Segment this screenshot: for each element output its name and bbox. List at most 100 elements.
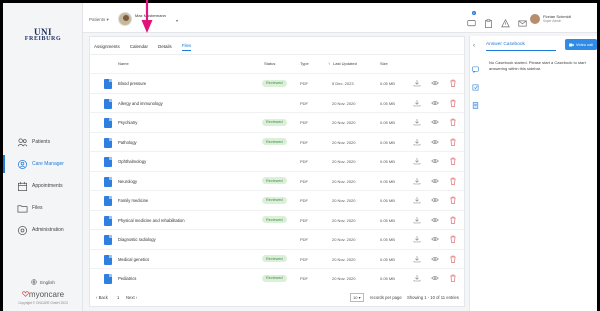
download-icon[interactable]	[413, 157, 421, 165]
row-actions	[413, 274, 457, 282]
university-logo[interactable]: UNI FREIBURG	[18, 27, 68, 42]
tab-details[interactable]: Details	[158, 42, 172, 51]
video-call-button[interactable]: Video call	[565, 39, 597, 50]
file-icon	[104, 79, 112, 89]
eye-icon[interactable]	[431, 118, 439, 126]
trash-icon[interactable]	[449, 235, 457, 243]
eye-icon[interactable]	[431, 157, 439, 165]
table-row[interactable]: Ophthalmology PDF 20 Nov. 2020 0.05 MB	[90, 151, 464, 171]
trash-icon[interactable]	[449, 177, 457, 185]
table-row[interactable]: Blood pressure Reviewed PDF 5 Dec. 2023 …	[90, 73, 464, 93]
column-header-size[interactable]: Size	[380, 61, 388, 66]
entries-summary: Showing 1 - 10 of 11 entries	[407, 295, 459, 300]
download-icon[interactable]	[413, 235, 421, 243]
records-per-page-select[interactable]: 10 ▾	[350, 293, 364, 302]
file-date: 20 Nov. 2020	[332, 159, 356, 164]
folder-icon	[17, 204, 28, 213]
table-row[interactable]: Diagnostic radiology PDF 20 Nov. 2020 0.…	[90, 229, 464, 249]
tab-answer-casebook[interactable]: Answer Casebook	[486, 42, 556, 51]
table-row[interactable]: Psychiatry Reviewed PDF 20 Nov. 2020 0.0…	[90, 112, 464, 132]
trash-icon[interactable]	[449, 255, 457, 263]
download-icon[interactable]	[413, 177, 421, 185]
file-name[interactable]: Pediatrics	[118, 276, 136, 281]
tab-calendar[interactable]: Calendar	[130, 42, 148, 51]
download-icon[interactable]	[413, 216, 421, 224]
sidebar-item-appointments[interactable]: Appointments	[3, 175, 83, 197]
next-button[interactable]: Next ›	[126, 295, 137, 300]
table-row[interactable]: Medical genetics Reviewed PDF 20 Nov. 20…	[90, 248, 464, 269]
patients-dropdown[interactable]: Patients ▾	[89, 17, 109, 23]
mail-icon	[518, 20, 527, 27]
trash-icon[interactable]	[449, 118, 457, 126]
trash-icon[interactable]	[449, 216, 457, 224]
column-header-name[interactable]: Name	[118, 61, 129, 66]
trash-icon[interactable]	[449, 157, 457, 165]
note-icon[interactable]	[472, 84, 479, 91]
eye-icon[interactable]	[431, 138, 439, 146]
trash-icon[interactable]	[449, 99, 457, 107]
column-header-last-updated[interactable]: Last Updated	[333, 61, 357, 66]
trash-icon[interactable]	[449, 138, 457, 146]
user-menu[interactable]: Florian Schmidt Super Admin	[543, 14, 591, 24]
table-row[interactable]: Pediatrics Reviewed PDF 20 Nov. 2020 0.0…	[90, 268, 464, 288]
file-name[interactable]: Diagnostic radiology	[118, 237, 156, 242]
download-icon[interactable]	[413, 118, 421, 126]
file-name[interactable]: Psychiatry	[118, 120, 137, 125]
sort-icon[interactable]: ↑	[328, 61, 330, 66]
file-name[interactable]: Blood pressure	[118, 81, 146, 86]
trash-icon[interactable]	[449, 274, 457, 282]
file-name[interactable]: Family medicine	[118, 198, 148, 203]
eye-icon[interactable]	[431, 79, 439, 87]
file-size: 0.05 MB	[380, 237, 395, 242]
download-icon[interactable]	[413, 255, 421, 263]
sidebar-item-patients[interactable]: Patients	[3, 131, 83, 153]
messages-button[interactable]: 2	[467, 11, 476, 27]
file-name[interactable]: Physical medicine and rehabilitation	[118, 218, 185, 223]
user-avatar[interactable]	[530, 14, 540, 24]
tab-files[interactable]: Files	[181, 41, 192, 51]
eye-icon[interactable]	[431, 255, 439, 263]
language-selector[interactable]: English	[3, 279, 83, 285]
patient-avatar[interactable]	[118, 12, 132, 26]
file-name[interactable]: Pathology	[118, 140, 137, 145]
column-header-type[interactable]: Type	[300, 61, 309, 66]
clipboard-icon	[485, 19, 492, 28]
table-row[interactable]: Pathology Reviewed PDF 20 Nov. 2020 0.05…	[90, 131, 464, 152]
eye-icon[interactable]	[431, 196, 439, 204]
eye-icon[interactable]	[431, 99, 439, 107]
download-icon[interactable]	[413, 196, 421, 204]
file-name[interactable]: Ophthalmology	[118, 159, 146, 164]
file-name[interactable]: Neurology	[118, 179, 137, 184]
sidebar-item-files[interactable]: Files	[3, 197, 83, 219]
column-header-status[interactable]: Status	[264, 61, 275, 66]
table-row[interactable]: Family medicine Reviewed PDF 20 Nov. 202…	[90, 190, 464, 210]
page-number[interactable]: 1	[117, 295, 119, 300]
tab-assignments[interactable]: Assignments	[94, 42, 120, 51]
eye-icon[interactable]	[431, 274, 439, 282]
table-row[interactable]: Allergy and immunology PDF 20 Nov. 2020 …	[90, 92, 464, 113]
mail-button[interactable]	[518, 15, 527, 27]
download-icon[interactable]	[413, 99, 421, 107]
table-row[interactable]: Physical medicine and rehabilitation Rev…	[90, 209, 464, 230]
chat-icon[interactable]	[472, 66, 479, 73]
back-button[interactable]: ‹ Back	[96, 295, 108, 300]
table-row[interactable]: Neurology Reviewed PDF 20 Nov. 2020 0.05…	[90, 170, 464, 191]
alerts-button[interactable]	[501, 15, 510, 28]
clipboard-button[interactable]	[484, 15, 493, 28]
patient-dropdown-toggle[interactable]: ▾	[176, 18, 178, 23]
row-actions	[413, 177, 457, 185]
trash-icon[interactable]	[449, 79, 457, 87]
sidebar-item-care-manager[interactable]: Care Manager	[3, 153, 83, 175]
download-icon[interactable]	[413, 138, 421, 146]
download-icon[interactable]	[413, 274, 421, 282]
eye-icon[interactable]	[431, 235, 439, 243]
trash-icon[interactable]	[449, 196, 457, 204]
collapse-sidebar-button[interactable]: ‹	[473, 43, 475, 49]
eye-icon[interactable]	[431, 216, 439, 224]
download-icon[interactable]	[413, 79, 421, 87]
sidebar-item-administration[interactable]: Administration	[3, 219, 83, 241]
document-icon[interactable]	[472, 102, 479, 109]
file-name[interactable]: Medical genetics	[118, 257, 149, 262]
eye-icon[interactable]	[431, 177, 439, 185]
file-name[interactable]: Allergy and immunology	[118, 101, 163, 106]
